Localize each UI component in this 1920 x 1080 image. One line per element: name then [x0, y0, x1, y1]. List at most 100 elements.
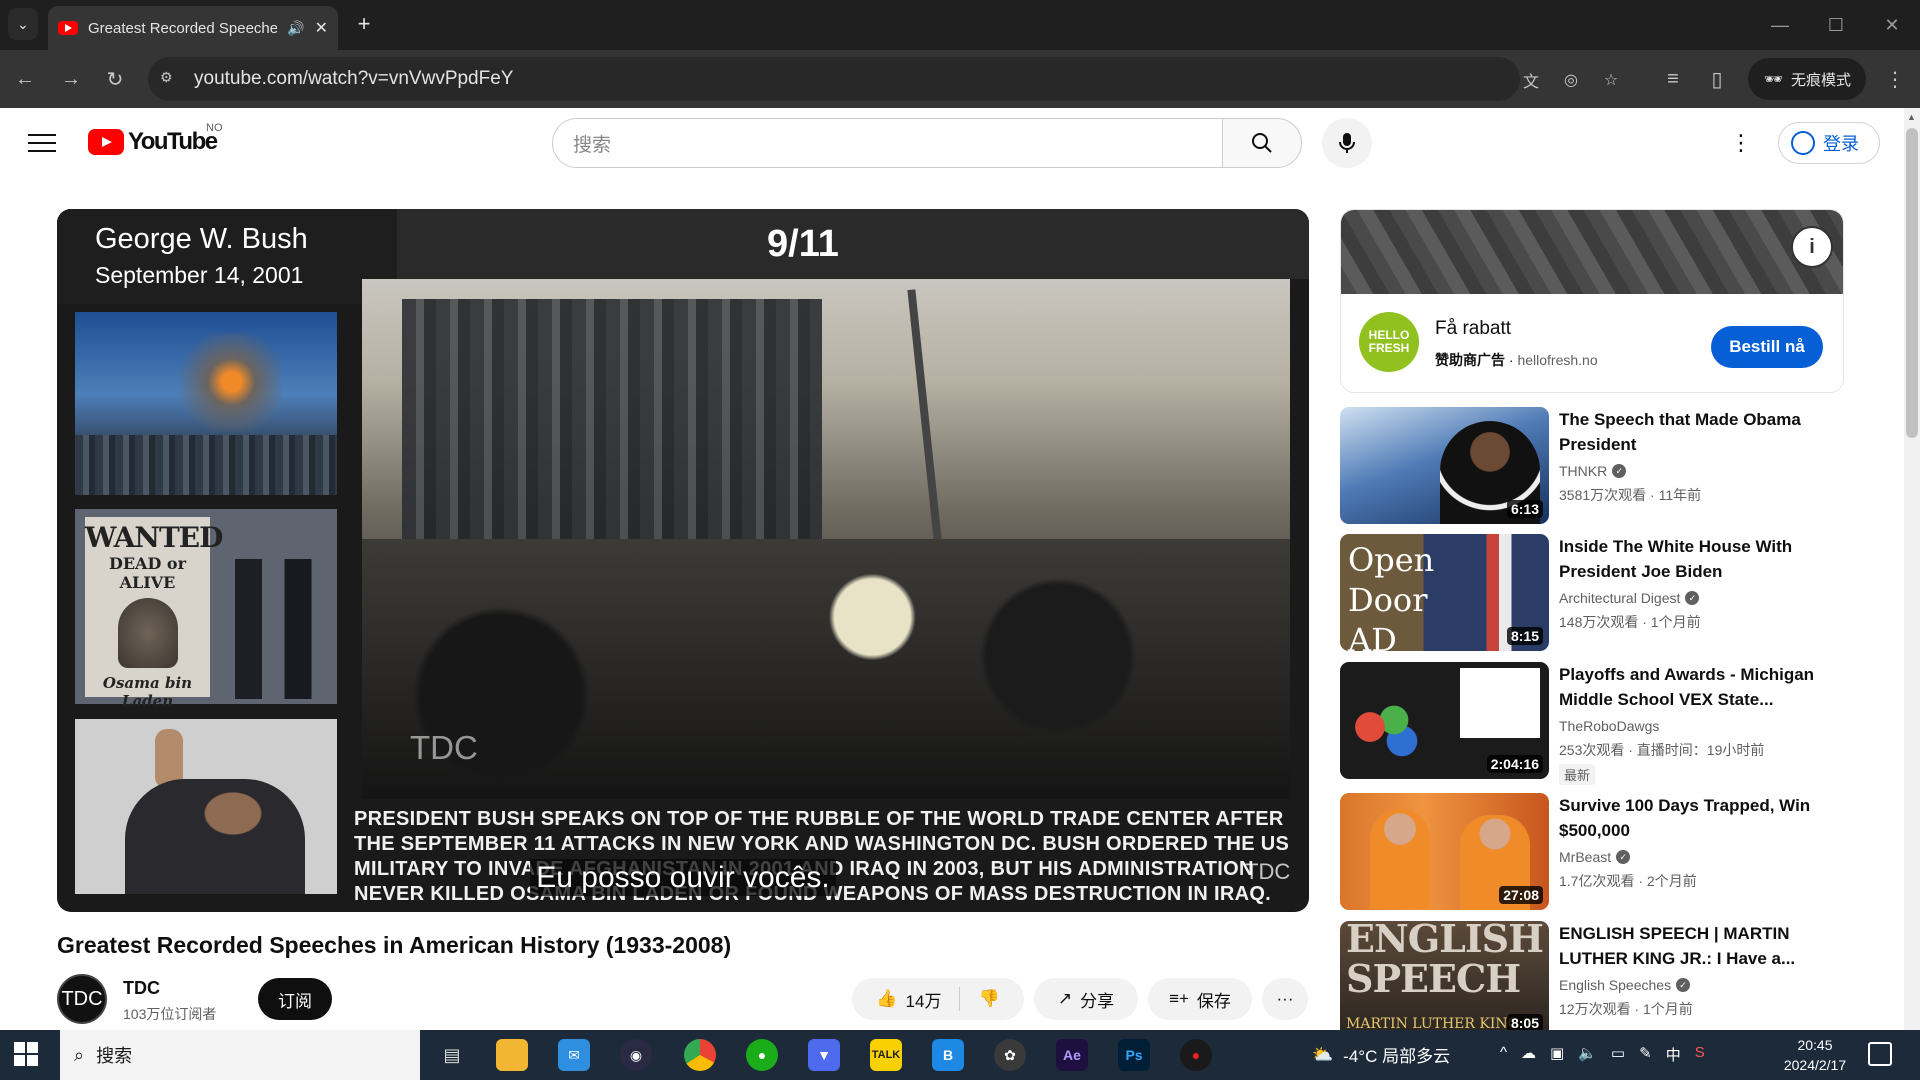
recommendation-item[interactable]: 2:04:16 Playoffs and Awards - Michigan M… — [1340, 662, 1850, 785]
like-button[interactable]: 👍 14万 — [876, 987, 941, 1012]
chrome-icon[interactable] — [684, 1039, 716, 1071]
cinema4d-icon[interactable]: ◉ — [620, 1039, 652, 1071]
forward-icon[interactable]: → — [56, 64, 86, 94]
tab-search-button[interactable]: ⌄ — [8, 8, 38, 40]
kakaotalk-icon[interactable]: TALK — [870, 1039, 902, 1071]
recommendation-item[interactable]: Open Door AD 8:15 Inside The White House… — [1340, 534, 1850, 652]
close-window-icon[interactable]: ✕ — [1872, 10, 1912, 40]
recommendation-item[interactable]: ENGLISH SPEECH MARTIN LUTHER KING 8:05 E… — [1340, 921, 1850, 1030]
watermark: TDC — [410, 729, 478, 766]
recommendation-item[interactable]: 6:13 The Speech that Made Obama Presiden… — [1340, 407, 1850, 525]
record-icon[interactable]: ● — [1180, 1039, 1212, 1071]
browser-menu-icon[interactable]: ⋮ — [1880, 64, 1910, 94]
channel-avatar[interactable]: TDC — [57, 974, 107, 1024]
system-clock[interactable]: 20:45 2024/2/17 — [1760, 1035, 1870, 1075]
rec-meta: 3581万次观看 · 11年前 — [1559, 487, 1702, 503]
rec-channel[interactable]: THNKR ✓ — [1559, 463, 1627, 479]
rec-title[interactable]: Inside The White House With President Jo… — [1559, 534, 1839, 584]
share-button[interactable]: ↗ 分享 — [1034, 978, 1138, 1020]
rec-channel[interactable]: TheRoboDawgs — [1559, 718, 1659, 734]
url-text[interactable]: youtube.com/watch?v=vnVwvPpdFeY — [194, 68, 513, 90]
video-thumbnail[interactable]: 6:13 — [1340, 407, 1549, 524]
translate-icon[interactable]: 文 — [1518, 67, 1544, 93]
app-b-icon[interactable]: B — [932, 1039, 964, 1071]
settings-menu-icon[interactable]: ⋮ — [1726, 128, 1756, 158]
shield-app-icon[interactable]: ▼ — [808, 1039, 840, 1071]
save-button[interactable]: ≡+ 保存 — [1148, 978, 1252, 1020]
tracking-protection-icon[interactable]: ◎ — [1558, 67, 1584, 93]
like-dislike-group: 👍 14万 👎 — [852, 978, 1024, 1020]
minimize-icon[interactable]: — — [1760, 10, 1800, 40]
windows-start-icon[interactable] — [14, 1042, 38, 1066]
mail-icon[interactable]: ✉ — [558, 1039, 590, 1071]
back-icon[interactable]: ← — [10, 64, 40, 94]
share-icon: ↗ — [1057, 989, 1073, 1008]
voice-search-button[interactable] — [1322, 118, 1372, 168]
video-thumbnail[interactable]: ENGLISH SPEECH MARTIN LUTHER KING 8:05 — [1340, 921, 1549, 1030]
after-effects-icon[interactable]: Ae — [1056, 1039, 1088, 1071]
like-count: 14万 — [905, 991, 942, 1011]
channel-name[interactable]: TDC — [123, 978, 160, 999]
scroll-up-icon[interactable]: ▲ — [1907, 112, 1917, 122]
video-thumbnail[interactable]: 2:04:16 — [1340, 662, 1549, 779]
ad-cta-button[interactable]: Bestill nå — [1711, 326, 1823, 368]
incognito-indicator[interactable]: 🕶 无痕模式 — [1748, 58, 1866, 100]
rec-channel[interactable]: Architectural Digest ✓ — [1559, 590, 1700, 606]
thumbs-down-icon[interactable]: 👎 — [978, 989, 999, 1009]
network-icon[interactable]: ▣ — [1550, 1044, 1564, 1065]
search-icon — [1252, 133, 1272, 153]
video-thumbnail[interactable]: Open Door AD 8:15 — [1340, 534, 1549, 651]
speaker-icon[interactable]: 🔊 — [287, 20, 304, 37]
address-bar[interactable]: ⚙ youtube.com/watch?v=vnVwvPpdFeY 文 ◎ ☆ — [148, 57, 1618, 101]
weather-widget[interactable]: ⛅ -4°C 局部多云 — [1312, 1042, 1450, 1067]
notification-icon[interactable] — [1868, 1042, 1892, 1066]
tab-close-icon[interactable]: ✕ — [315, 18, 328, 38]
youtube-logo[interactable]: YouTube NO — [88, 122, 223, 156]
side-panel-icon[interactable]: ▯ — [1702, 64, 1732, 94]
video-thumbnail[interactable]: 27:08 — [1340, 793, 1549, 910]
playlist-add-icon: ≡+ — [1169, 989, 1189, 1008]
system-tray: ^ ☁ ▣ 🔈 ▭ ✎ 中 S — [1500, 1044, 1705, 1065]
taskbar-search[interactable]: ⌕ 搜索 — [60, 1030, 420, 1080]
file-explorer-icon[interactable] — [496, 1039, 528, 1071]
sign-in-button[interactable]: 登录 — [1778, 122, 1880, 164]
rec-title[interactable]: The Speech that Made Obama President — [1559, 407, 1839, 457]
rec-title[interactable]: Playoffs and Awards - Michigan Middle Sc… — [1559, 662, 1839, 712]
search-input[interactable]: 搜索 — [552, 118, 1224, 168]
task-view-icon[interactable]: ▤ — [436, 1039, 468, 1071]
reload-icon[interactable]: ↻ — [100, 64, 130, 94]
advertiser-logo: HELLO FRESH — [1359, 312, 1419, 372]
display-icon[interactable]: ▭ — [1611, 1044, 1625, 1065]
rec-title[interactable]: Survive 100 Days Trapped, Win $500,000 — [1559, 793, 1839, 843]
more-actions-button[interactable]: ··· — [1262, 978, 1308, 1020]
ime-indicator[interactable]: 中 — [1666, 1044, 1681, 1065]
site-info-icon[interactable]: ⚙ — [160, 69, 180, 89]
volume-icon[interactable]: 🔈 — [1578, 1044, 1597, 1065]
photoshop-icon[interactable]: Ps — [1118, 1039, 1150, 1071]
recommendation-item[interactable]: 27:08 Survive 100 Days Trapped, Win $500… — [1340, 793, 1850, 911]
ad-info-icon[interactable]: i — [1791, 226, 1833, 268]
bookmark-star-icon[interactable]: ☆ — [1598, 67, 1624, 93]
video-player[interactable]: George W. Bush September 14, 2001 9/11 W… — [57, 209, 1309, 912]
region-code: NO — [206, 122, 223, 134]
browser-tab[interactable]: Greatest Recorded Speeches in American H… — [48, 6, 338, 50]
pen-icon[interactable]: ✎ — [1639, 1044, 1652, 1065]
scrollbar-thumb[interactable] — [1906, 128, 1918, 438]
rec-channel[interactable]: English Speeches ✓ — [1559, 977, 1691, 993]
rec-meta: 253次观看 · 直播时间：19小时前 — [1559, 742, 1765, 758]
search-button[interactable] — [1222, 118, 1302, 168]
subscribe-button[interactable]: 订阅 — [258, 978, 332, 1020]
menu-icon[interactable] — [28, 130, 56, 154]
account-icon — [1791, 131, 1815, 155]
sogou-icon[interactable]: S — [1695, 1044, 1705, 1065]
wechat-icon[interactable]: ● — [746, 1039, 778, 1071]
openai-icon[interactable]: ✿ — [994, 1039, 1026, 1071]
rec-title[interactable]: ENGLISH SPEECH | MARTIN LUTHER KING JR.:… — [1559, 921, 1839, 971]
maximize-icon[interactable]: ☐ — [1816, 10, 1856, 40]
new-tab-button[interactable]: + — [350, 10, 378, 38]
reading-list-icon[interactable]: ≡ — [1658, 64, 1688, 94]
ad-card[interactable]: i HELLO FRESH Få rabatt 赞助商广告 · hellofre… — [1340, 209, 1844, 393]
chevron-up-icon[interactable]: ^ — [1500, 1044, 1507, 1065]
rec-channel[interactable]: MrBeast ✓ — [1559, 849, 1631, 865]
cloud-icon[interactable]: ☁ — [1521, 1044, 1536, 1065]
